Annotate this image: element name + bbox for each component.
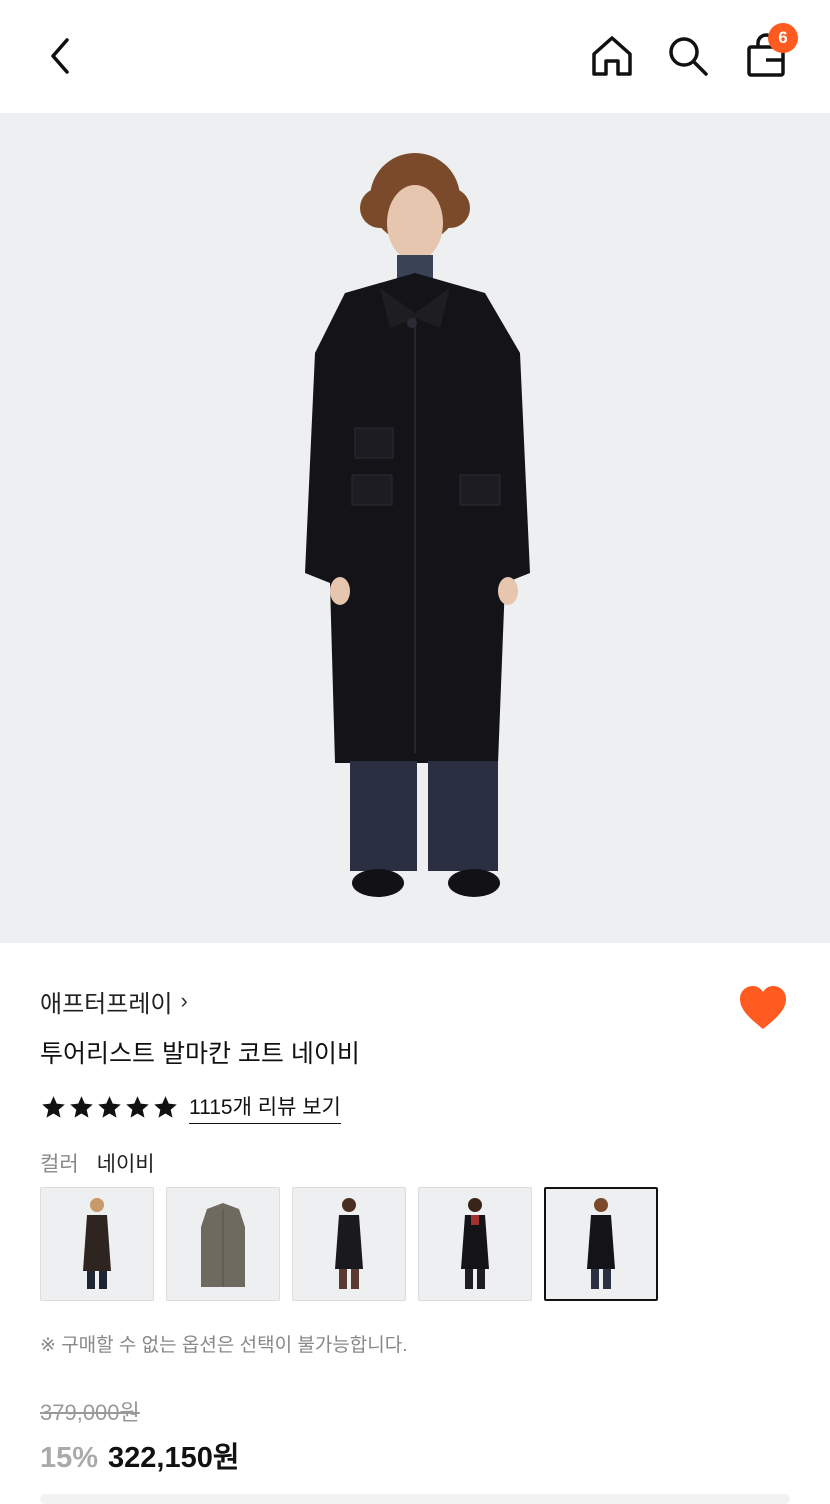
chevron-right-icon: › — [180, 988, 188, 1013]
product-image[interactable] — [0, 113, 830, 943]
color-option-row: 컬러 네이비 — [40, 1148, 155, 1178]
original-price: 379,000원 — [40, 1400, 140, 1425]
home-icon — [592, 36, 632, 76]
back-button[interactable] — [34, 30, 86, 82]
color-swatch-list — [40, 1187, 658, 1301]
model-thumbnail — [587, 1198, 615, 1289]
price-row: 15% 322,150원 — [40, 1434, 240, 1476]
review-link[interactable]: 1115개 리뷰 보기 — [189, 1091, 341, 1124]
cart-count-badge: 6 — [768, 23, 798, 53]
brand-name: 애프터프레이 — [40, 990, 173, 1018]
sale-price: 322,150원 — [108, 1442, 240, 1474]
swatch-navy-coat[interactable] — [544, 1187, 658, 1301]
brand-link[interactable]: 애프터프레이 › — [40, 985, 188, 1018]
star-icon — [42, 1095, 65, 1118]
home-button[interactable] — [586, 30, 638, 82]
swatch-black-coat-red[interactable] — [418, 1187, 532, 1301]
search-button[interactable] — [662, 30, 714, 82]
top-nav: 6 — [0, 0, 830, 113]
color-label: 컬러 — [40, 1153, 79, 1176]
product-title: 투어리스트 발마칸 코트 네이비 — [40, 1040, 360, 1068]
heart-icon — [740, 986, 786, 1029]
like-button[interactable] — [738, 985, 788, 1033]
model-thumbnail — [461, 1198, 489, 1289]
star-icon — [126, 1095, 149, 1118]
swatch-brown-coat[interactable] — [40, 1187, 154, 1301]
model-in-coat-illustration — [0, 113, 830, 943]
chevron-left-icon — [51, 38, 69, 74]
star-icon — [70, 1095, 93, 1118]
option-notice: ※ 구매할 수 없는 옵션은 선택이 불가능합니다. — [40, 1335, 408, 1356]
rating-stars — [40, 1094, 179, 1121]
swatch-grey-coat[interactable] — [166, 1187, 280, 1301]
star-icon — [98, 1095, 121, 1118]
star-icon — [154, 1095, 177, 1118]
model-thumbnail — [83, 1198, 111, 1289]
coat-thumbnail — [201, 1203, 245, 1287]
model-thumbnail — [335, 1198, 363, 1289]
rating-row: 1115개 리뷰 보기 — [40, 1090, 341, 1124]
swatch-black-coat-brown-pants[interactable] — [292, 1187, 406, 1301]
discount-rate: 15% — [40, 1442, 99, 1474]
search-icon — [669, 37, 708, 76]
next-section-edge — [40, 1494, 790, 1504]
color-value: 네이비 — [96, 1153, 155, 1176]
